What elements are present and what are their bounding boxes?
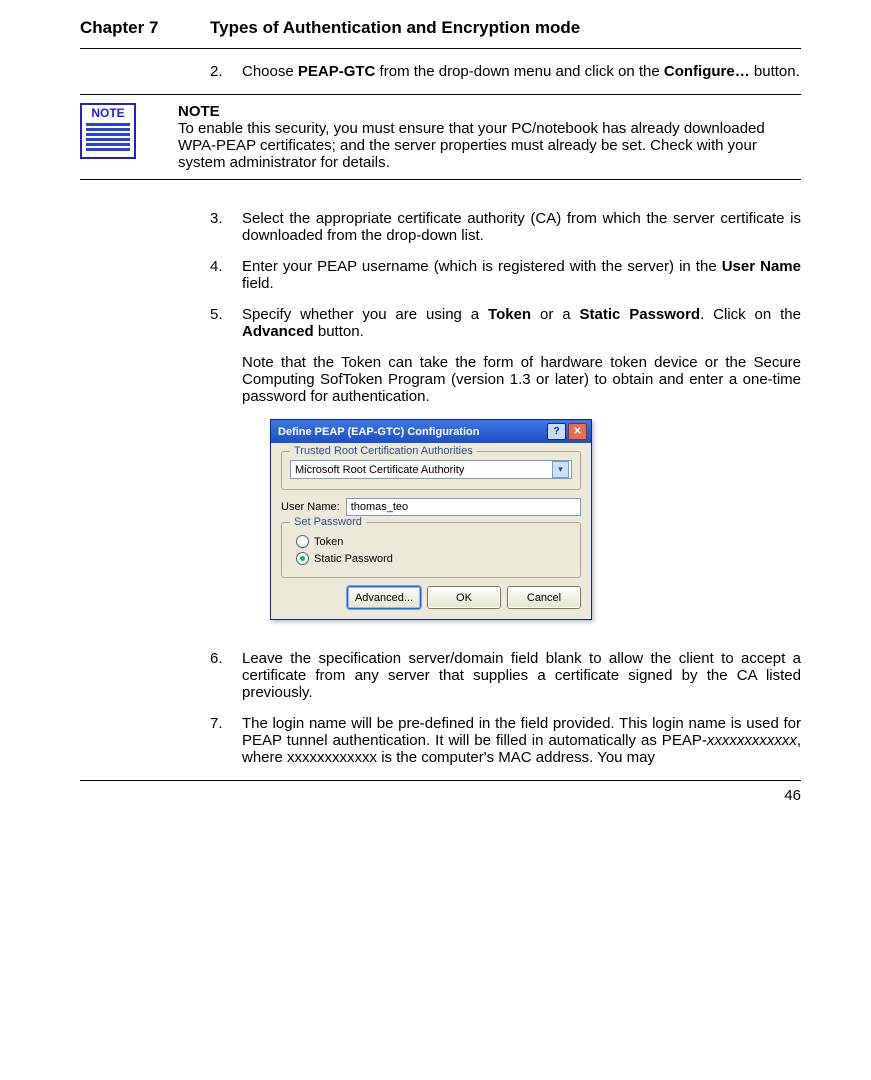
radio-token[interactable]: Token <box>296 535 572 548</box>
step-number: 7. <box>210 715 242 766</box>
step-number: 3. <box>210 210 242 244</box>
radio-token-label: Token <box>314 536 343 548</box>
close-button[interactable]: ✕ <box>568 423 587 440</box>
help-button[interactable]: ? <box>547 423 566 440</box>
dialog-titlebar: Define PEAP (EAP-GTC) Configuration ? ✕ <box>271 420 591 443</box>
radio-icon <box>296 535 309 548</box>
step-4: 4. Enter your PEAP username (which is re… <box>210 258 801 292</box>
ok-button[interactable]: OK <box>427 586 501 609</box>
peap-config-dialog: Define PEAP (EAP-GTC) Configuration ? ✕ … <box>270 419 592 620</box>
step-number: 2. <box>210 63 242 80</box>
step-text: Enter your PEAP username (which is regis… <box>242 258 801 292</box>
page-footer: 46 <box>80 780 801 804</box>
dialog-title: Define PEAP (EAP-GTC) Configuration <box>275 426 545 438</box>
step-text: Leave the specification server/domain fi… <box>242 650 801 701</box>
step-text: Specify whether you are using a Token or… <box>242 306 801 405</box>
step-text: Choose PEAP-GTC from the drop-down menu … <box>242 63 801 80</box>
radio-static-label: Static Password <box>314 553 393 565</box>
chapter-title: Types of Authentication and Encryption m… <box>210 18 801 38</box>
step-text: The login name will be pre-defined in th… <box>242 715 801 766</box>
note-body: To enable this security, you must ensure… <box>178 120 801 171</box>
step-number: 6. <box>210 650 242 701</box>
step-text: Select the appropriate certificate autho… <box>242 210 801 244</box>
ca-dropdown[interactable]: Microsoft Root Certificate Authority ▾ <box>290 460 572 479</box>
ca-fieldset: Trusted Root Certification Authorities M… <box>281 451 581 490</box>
chevron-down-icon: ▾ <box>552 461 569 478</box>
note-icon: NOTE <box>80 103 136 159</box>
username-label: User Name: <box>281 501 340 513</box>
chapter-number: Chapter 7 <box>80 18 210 38</box>
dialog-screenshot: Define PEAP (EAP-GTC) Configuration ? ✕ … <box>270 419 771 620</box>
radio-icon <box>296 552 309 565</box>
step-5: 5. Specify whether you are using a Token… <box>210 306 801 405</box>
ca-selected-value: Microsoft Root Certificate Authority <box>295 464 552 476</box>
step-6: 6. Leave the specification server/domain… <box>210 650 801 701</box>
cancel-button[interactable]: Cancel <box>507 586 581 609</box>
username-input[interactable] <box>346 498 581 516</box>
step-number: 4. <box>210 258 242 292</box>
step-7: 7. The login name will be pre-defined in… <box>210 715 801 766</box>
set-password-legend: Set Password <box>290 516 366 528</box>
note-icon-label: NOTE <box>82 105 134 121</box>
step-2: 2. Choose PEAP-GTC from the drop-down me… <box>210 63 801 80</box>
step-number: 5. <box>210 306 242 405</box>
note-block: NOTE NOTE To enable this security, you m… <box>80 94 801 180</box>
step-3: 3. Select the appropriate certificate au… <box>210 210 801 244</box>
advanced-button[interactable]: Advanced... <box>347 586 421 609</box>
chapter-header: Chapter 7 Types of Authentication and En… <box>80 10 801 49</box>
note-heading: NOTE <box>178 103 801 120</box>
ca-legend: Trusted Root Certification Authorities <box>290 445 477 457</box>
radio-static-password[interactable]: Static Password <box>296 552 572 565</box>
step-5-note: Note that the Token can take the form of… <box>242 354 801 405</box>
set-password-fieldset: Set Password Token Static Password <box>281 522 581 578</box>
page-number: 46 <box>784 787 801 804</box>
